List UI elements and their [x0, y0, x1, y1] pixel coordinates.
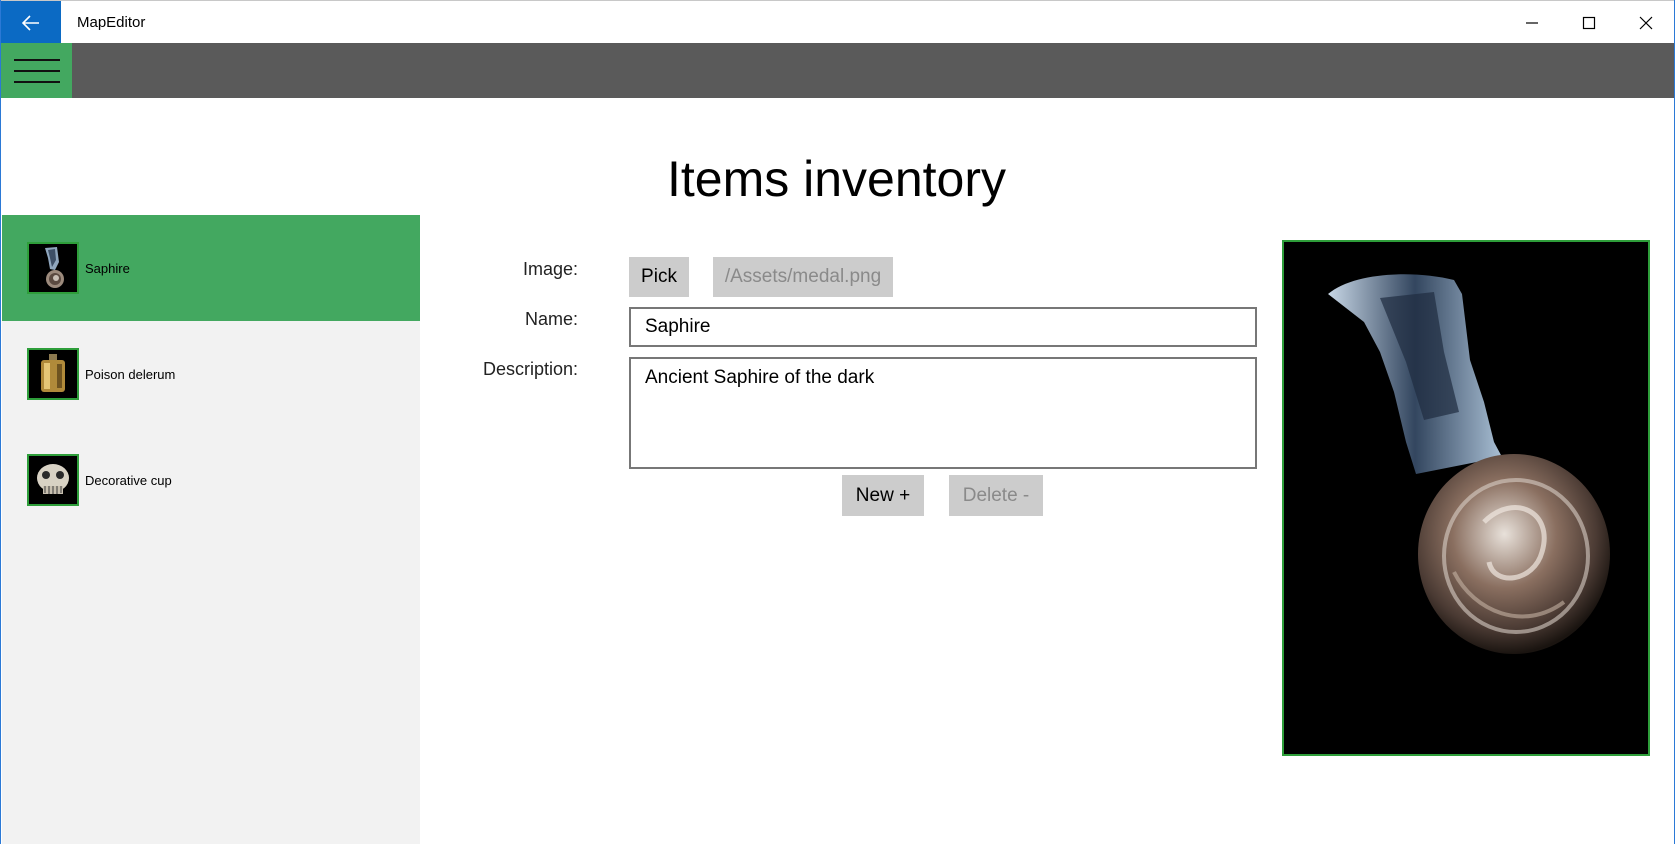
pick-image-button[interactable]: Pick [629, 257, 689, 297]
list-item-label: Decorative cup [85, 472, 172, 488]
minimize-icon [1525, 21, 1538, 24]
app-title: MapEditor [77, 14, 146, 31]
description-input[interactable]: Ancient Saphire of the dark [629, 357, 1257, 469]
arrow-left-icon [22, 14, 39, 31]
name-label: Name: [524, 309, 578, 329]
maximize-button[interactable] [1560, 1, 1617, 44]
medal-icon [1328, 274, 1610, 654]
title-bar: MapEditor [1, 0, 1674, 44]
app-window: MapEditor Items inventory Saphire Poison… [0, 0, 1675, 844]
close-button[interactable] [1617, 1, 1674, 44]
skull-cup-icon [27, 454, 79, 506]
hamburger-icon-line [13, 69, 60, 72]
list-item-decorative-cup[interactable]: Decorative cup [2, 427, 420, 533]
image-path-field: /Assets/medal.png [713, 257, 893, 297]
list-item-label: Poison delerum [85, 366, 176, 382]
flask-icon [27, 348, 79, 400]
hamburger-icon [13, 58, 60, 61]
image-label: Image: [522, 259, 578, 279]
medal-icon [27, 242, 79, 294]
close-icon [1639, 16, 1652, 29]
name-input[interactable]: Saphire [629, 307, 1257, 347]
list-item-poison-delerum[interactable]: Poison delerum [2, 321, 420, 427]
minimize-button[interactable] [1503, 1, 1560, 44]
hamburger-icon-line [13, 80, 60, 83]
page-title: Items inventory [1, 150, 1675, 208]
items-list: Saphire Poison delerum Decorative cup [2, 215, 420, 844]
list-item-saphire[interactable]: Saphire [2, 215, 420, 321]
hamburger-menu-button[interactable] [1, 43, 72, 98]
window-controls [1503, 1, 1674, 44]
list-item-label: Saphire [85, 260, 130, 276]
description-label: Description: [482, 359, 578, 379]
command-bar [1, 43, 1674, 98]
maximize-icon [1582, 16, 1595, 29]
image-preview [1282, 240, 1650, 756]
back-button[interactable] [1, 1, 61, 44]
page-title-text: Items inventory [666, 151, 1006, 207]
delete-item-button[interactable]: Delete - [949, 475, 1043, 516]
new-item-button[interactable]: New + [842, 475, 924, 516]
